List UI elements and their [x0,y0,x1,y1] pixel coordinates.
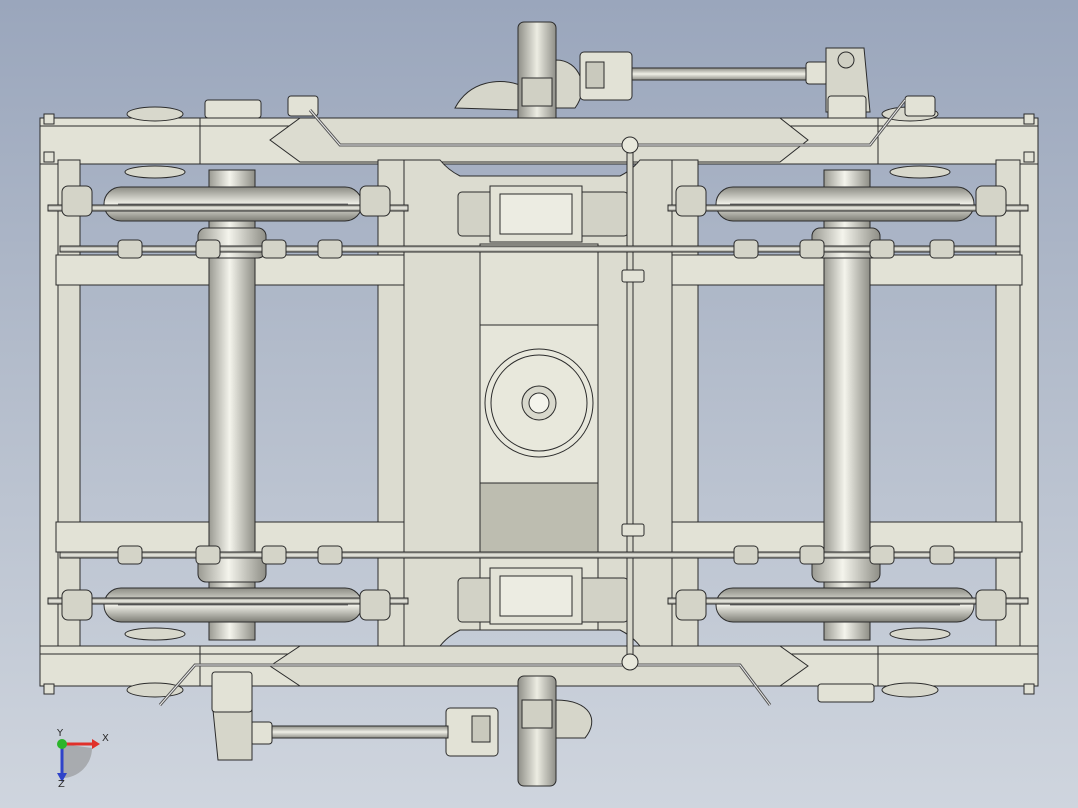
z-axis-label: Z [58,779,65,790]
wheel-bottom-left [103,587,363,623]
coordinate-triad [57,739,100,782]
y-axis-label: Y [57,728,64,739]
top-brake-actuator [454,21,871,135]
wheel-top-left [103,186,363,222]
center-bolster [403,136,673,671]
x-axis-label: X [102,733,109,744]
cad-viewport[interactable]: X Y Z [0,0,1078,808]
y-axis-dot [57,739,67,749]
wheel-bottom-right [715,587,975,623]
bogie-top-view [39,21,1039,787]
wheel-top-right [715,186,975,222]
bottom-brake-actuator [211,671,593,787]
